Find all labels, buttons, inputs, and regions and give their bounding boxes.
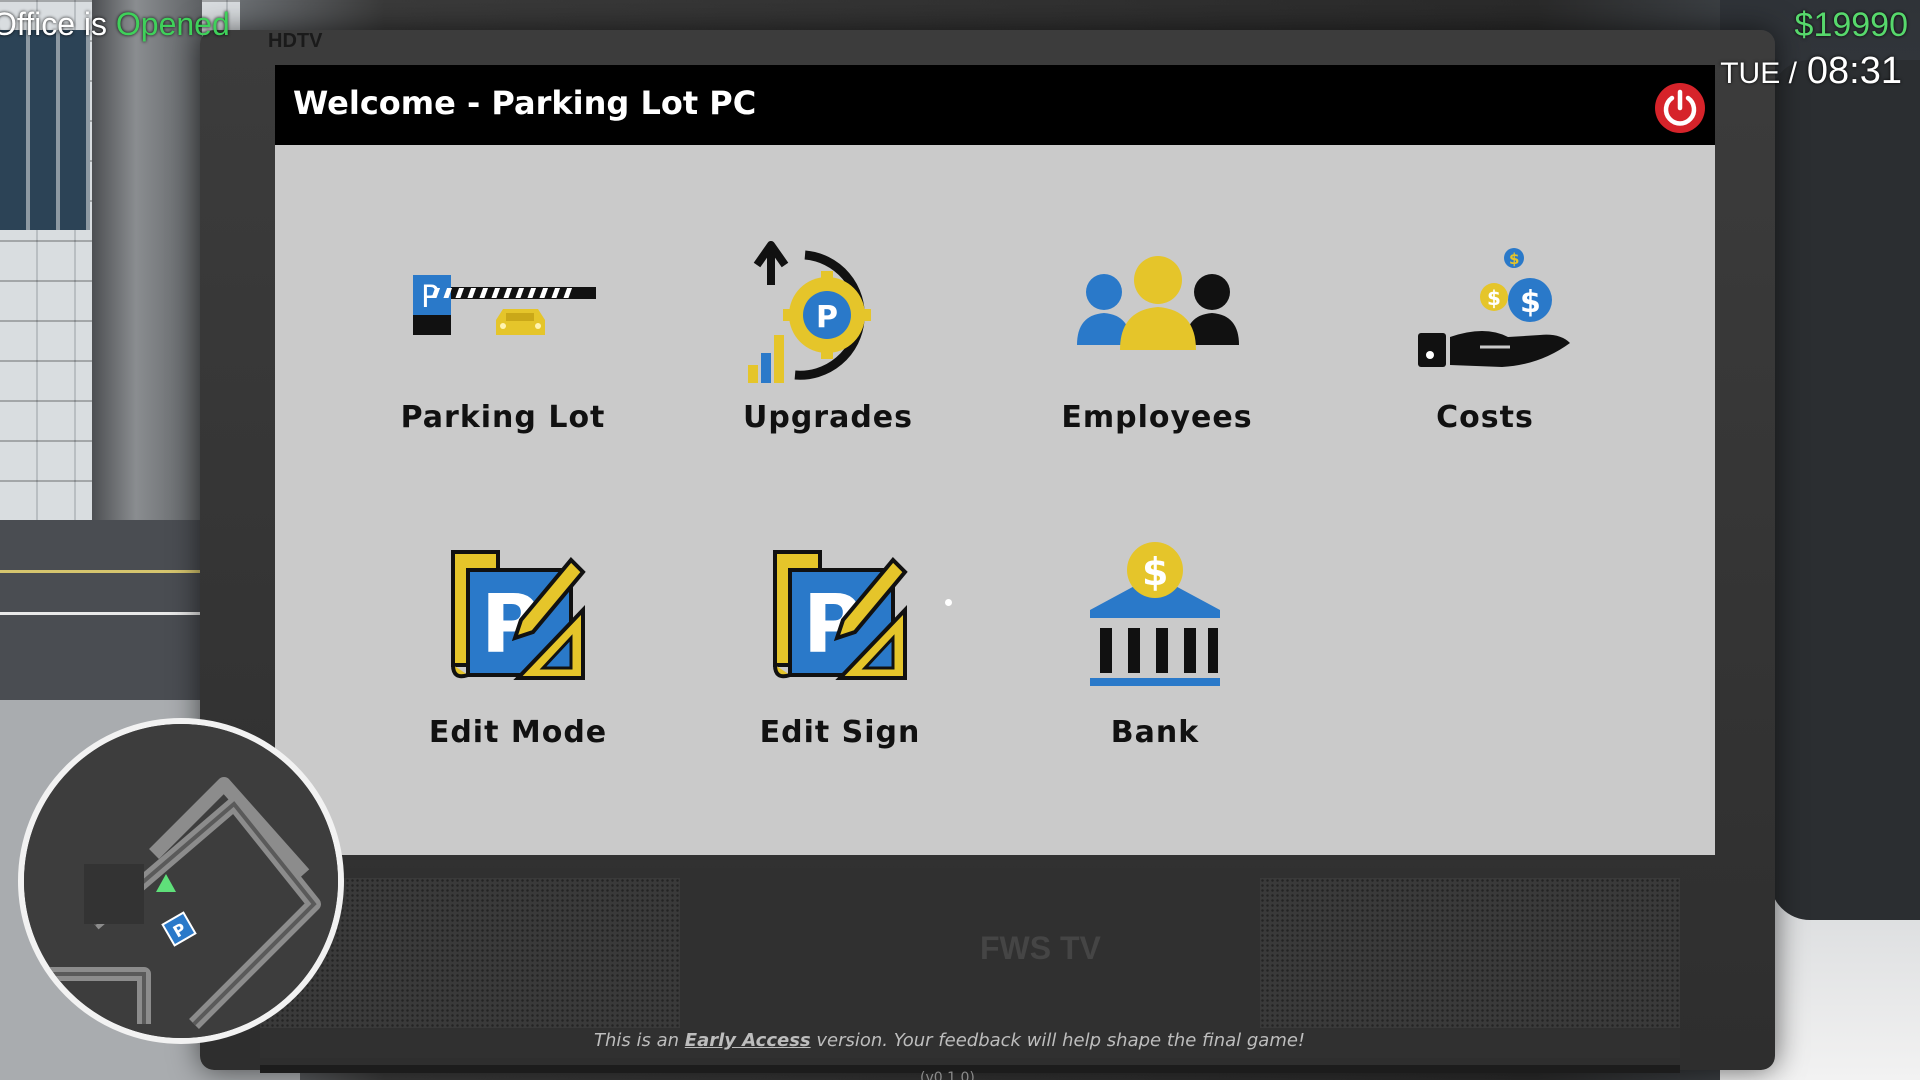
- cursor-dot: [945, 599, 952, 606]
- app-employees[interactable]: Employees: [1027, 225, 1287, 495]
- office-status: Office is Opened: [0, 6, 230, 43]
- pc-title: Welcome - Parking Lot PC: [293, 84, 757, 122]
- money-hand-icon: $ $ $: [1418, 248, 1570, 367]
- blueprint-edit-icon: P: [451, 550, 586, 680]
- upgrade-arrow-icon: P: [748, 241, 871, 383]
- app-label: Edit Mode: [428, 715, 608, 750]
- app-upgrades[interactable]: P Upgrades: [698, 225, 958, 495]
- day-label: TUE /: [1720, 57, 1797, 90]
- background-pillar: [92, 0, 202, 520]
- time-display: TUE / 08:31: [1720, 50, 1902, 93]
- svg-text:P: P: [816, 300, 838, 335]
- app-edit-sign[interactable]: P Edit Sign: [710, 540, 970, 810]
- svg-text:$: $: [1487, 286, 1501, 310]
- parking-barrier-icon: P: [413, 275, 596, 335]
- office-status-value: Opened: [115, 6, 230, 42]
- pc-titlebar: Welcome - Parking Lot PC: [275, 65, 1715, 145]
- svg-text:$: $: [1142, 550, 1168, 594]
- bank-icon: $: [1090, 542, 1220, 686]
- minimap: P: [18, 718, 344, 1044]
- background-cabinet: [1770, 60, 1920, 920]
- background-windows: [0, 30, 90, 230]
- app-label: Bank: [1110, 715, 1200, 750]
- power-button[interactable]: [1655, 83, 1705, 133]
- tv-model-label: HDTV: [268, 30, 323, 52]
- office-status-prefix: Office is: [0, 6, 107, 42]
- ea-link: Early Access: [684, 1030, 811, 1051]
- app-label: Edit Sign: [759, 715, 921, 750]
- version-label: (v0.1.0): [920, 1070, 975, 1080]
- app-grid: P Parking Lot P Upgrades Employees $ $ $…: [275, 145, 1715, 855]
- pc-screen: Welcome - Parking Lot PC P Parking Lot P…: [275, 65, 1715, 855]
- speaker-grille-right: [1260, 878, 1680, 1028]
- app-bank[interactable]: $ Bank: [1025, 540, 1285, 810]
- app-label: Upgrades: [742, 400, 914, 435]
- money-display: $19990: [1794, 6, 1908, 44]
- app-costs[interactable]: $ $ $ Costs: [1355, 225, 1615, 495]
- employees-group-icon: [1077, 256, 1239, 350]
- app-label: Costs: [1436, 400, 1534, 435]
- svg-text:$: $: [1509, 250, 1519, 268]
- app-edit-mode[interactable]: P Edit Mode: [388, 540, 648, 810]
- app-label: Parking Lot: [400, 400, 606, 435]
- power-icon: [1663, 89, 1697, 126]
- minimap-roads: P: [24, 724, 338, 1038]
- ea-prefix: This is an: [594, 1030, 680, 1051]
- app-label: Employees: [1061, 400, 1253, 435]
- svg-text:$: $: [1520, 285, 1541, 320]
- blueprint-edit-icon: P: [773, 550, 908, 680]
- tv-brand-label: FWS TV: [980, 930, 1101, 966]
- clock-label: 08:31: [1806, 50, 1902, 92]
- app-parking-lot[interactable]: P Parking Lot: [373, 225, 633, 495]
- early-access-banner: This is an Early Access version. Your fe…: [594, 1030, 1305, 1051]
- ea-suffix: version. Your feedback will help shape t…: [816, 1030, 1306, 1051]
